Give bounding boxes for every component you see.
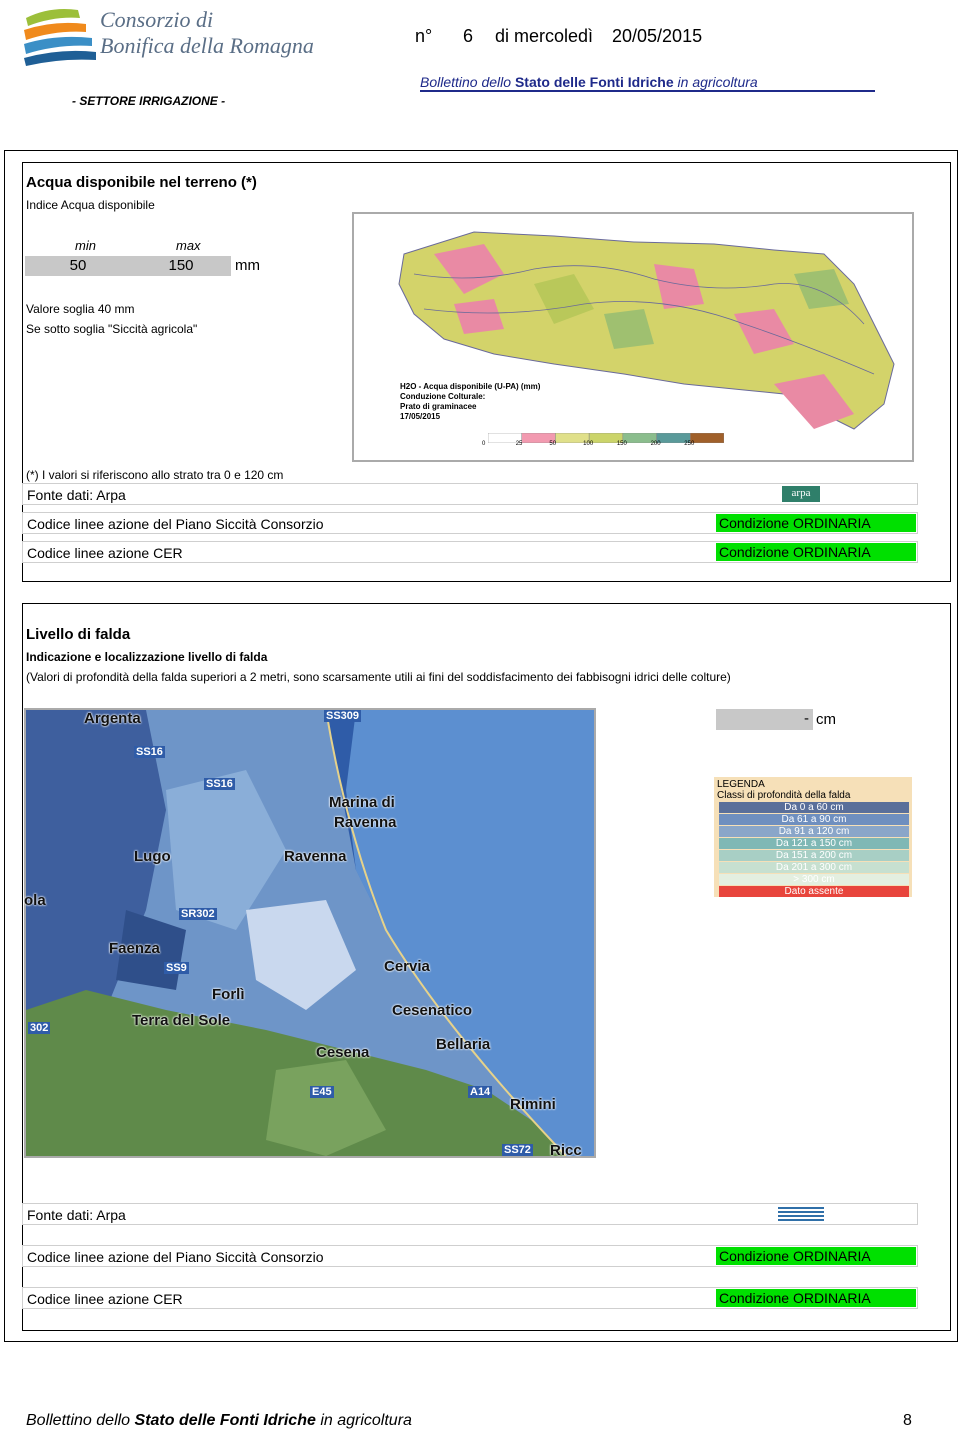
soil-water-map [352,212,914,462]
legend-item: Da 0 a 60 cm [719,802,909,813]
map-place-label: SS9 [164,962,189,974]
map-place-label: A14 [468,1086,493,1098]
water-table-legend: LEGENDA Classi di profondità della falda… [714,777,912,897]
map-place-label: E45 [310,1086,334,1098]
plan-row-1-status: Condizione ORDINARIA [716,514,916,532]
threshold-text: Valore soglia 40 mm [26,302,135,316]
water-table-note: (Valori di profondità della falda superi… [26,670,731,684]
legend-item: > 300 cm [719,874,909,885]
map-place-label: SS16 [204,778,235,790]
scale-label: 100 [583,441,594,447]
map-place-label: Bellaria [436,1036,491,1053]
plan-row-2-status: Condizione ORDINARIA [716,543,916,561]
arpa-logo: arpa [782,486,820,502]
bulletin-day: di mercoledì [495,26,594,46]
scale-label: 200 [650,441,661,447]
legend-subtitle: Classi di profondità della falda [717,790,851,801]
legend-item: Da 151 a 200 cm [719,850,909,861]
map-place-label: Rimini [510,1096,556,1113]
water-map-labels: Argenta SS309 SS16 SS16 Marina di Ravenna Lugo… [24,708,596,1158]
soil-map-legend-title: H2O - Acqua disponibile (U-PA) (mm) Cond… [400,382,541,421]
bulletin-title: Bollettino dello Stato delle Fonti Idric… [420,74,875,92]
source-text: Fonte dati: Arpa [27,487,126,503]
water-plan-row-1-status: Condizione ORDINARIA [716,1247,916,1265]
map-place-label: Faenza [109,940,160,957]
water-source-text: Fonte dati: Arpa [27,1207,126,1223]
water-table-unit: cm [816,711,836,728]
min-value: 50 [25,256,131,276]
scale-label: 50 [549,441,557,447]
scale-label: 150 [616,441,627,447]
plan-row-2-label: Codice linee azione CER [27,545,183,561]
soil-water-title: Acqua disponibile nel terreno (*) [26,174,257,191]
water-table-value: - [716,709,813,730]
water-table-subtitle: Indicazione e localizzazione livello di … [26,650,268,664]
map-place-label: ola [24,892,46,909]
legend-item: Da 201 a 300 cm [719,862,909,873]
value-unit: mm [235,257,260,274]
threshold-note: Se sotto soglia "Siccità agricola" [26,322,198,336]
soil-map-color-scale [487,430,725,444]
water-plan-row-2-status: Condizione ORDINARIA [716,1289,916,1307]
map-place-label: Cesenatico [392,1002,473,1019]
map-place-label: Cesena [316,1044,370,1061]
soil-water-subtitle: Indice Acqua disponibile [26,198,155,212]
map-place-label: 302 [28,1022,51,1034]
logo-line-2: Bonifica della Romagna [100,33,314,58]
page-number: 8 [903,1412,912,1429]
map-place-label: Ravenna [334,814,397,831]
consorzio-logo [20,2,100,68]
map-place-label: Lugo [134,848,171,865]
logo-line-1: Consorzio di [100,7,214,32]
sector-label: - SETTORE IRRIGAZIONE - [72,94,226,108]
legend-item: Da 61 a 90 cm [719,814,909,825]
map-place-label: SS309 [324,710,362,722]
max-label: max [176,238,201,253]
map-place-label: Ricc [550,1142,582,1158]
map-place-label: SS72 [502,1144,533,1156]
scale-label: 25 [515,441,523,447]
map-place-label: SS16 [134,746,165,758]
bulletin-number-label: n° [415,26,433,46]
map-place-label: Argenta [84,710,141,727]
map-place-label: Forlì [212,986,245,1003]
scale-label: 250 [684,441,695,447]
bulletin-date: 20/05/2015 [612,26,703,46]
max-value: 150 [131,256,231,276]
map-place-label: Terra del Sole [132,1012,231,1029]
footer-title: Bollettino dello Stato delle Fonti Idric… [26,1412,412,1429]
map-place-label: Marina di [329,794,395,811]
soil-map-scale-labels: 0 25 50 100 150 200 250 [482,441,722,451]
plan-row-1-label: Codice linee azione del Piano Siccità Co… [27,516,324,532]
legend-title: LEGENDA [717,779,765,790]
legend-items: Da 0 a 60 cm Da 61 a 90 cm Da 91 a 120 cm D… [717,802,909,897]
scale-label: 0 [482,441,486,447]
water-table-title: Livello di falda [26,626,131,643]
legend-item: Da 121 a 150 cm [719,838,909,849]
legend-item: Dato assente [719,886,909,897]
map-place-label: Ravenna [284,848,347,865]
map-place-label: Cervia [384,958,430,975]
arpa-logo-2 [778,1206,824,1221]
bulletin-number: 6 [463,26,474,46]
water-plan-row-2-label: Codice linee azione CER [27,1291,183,1307]
min-label: min [75,238,96,253]
water-plan-row-1-label: Codice linee azione del Piano Siccità Co… [27,1249,324,1265]
map-place-label: SR302 [179,908,217,920]
legend-item: Da 91 a 120 cm [719,826,909,837]
footnote: (*) I valori si riferiscono allo strato … [26,468,284,482]
